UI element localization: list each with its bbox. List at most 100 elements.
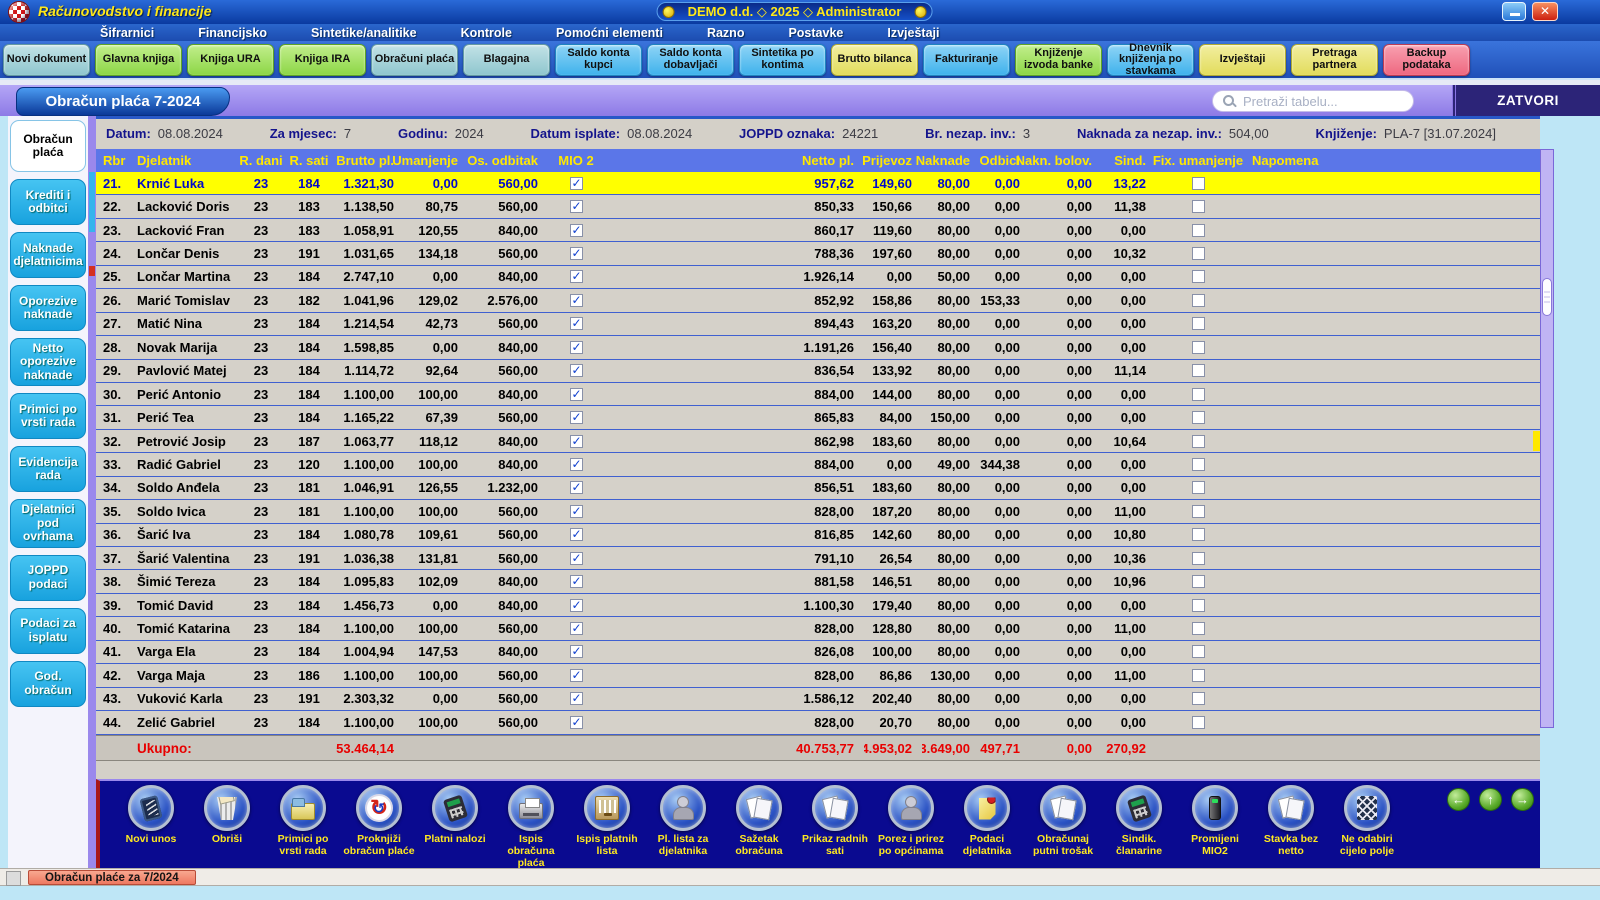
mio2-checkbox[interactable] (570, 528, 583, 541)
toolbar-button-brutto-bilanca[interactable]: Brutto bilanca (831, 44, 918, 76)
column-header-sind[interactable]: Sind. (1106, 149, 1154, 172)
tool-stavka-bez-netto[interactable]: Stavka bez netto (1254, 785, 1328, 869)
nav-up-button[interactable]: ↑ (1479, 788, 1502, 811)
fix-umanjenje-checkbox[interactable] (1192, 622, 1205, 635)
toolbar-button-knji-enje-izvoda-banke[interactable]: Knjiženje izvoda banke (1015, 44, 1102, 76)
vertical-scrollbar[interactable] (1540, 149, 1554, 728)
menu-item-ifrarnici[interactable]: Šifrarnici (100, 26, 154, 40)
tool-obri-i[interactable]: Obriši (190, 785, 264, 869)
sidebar-item-god-obra-un[interactable]: God. obračun (10, 661, 86, 707)
toolbar-button-novi-dokument[interactable]: Novi dokument (3, 44, 90, 76)
fix-umanjenje-checkbox[interactable] (1192, 200, 1205, 213)
fix-umanjenje-checkbox[interactable] (1192, 481, 1205, 494)
toolbar-button-fakturiranje[interactable]: Fakturiranje (923, 44, 1010, 76)
mio2-checkbox[interactable] (570, 716, 583, 729)
toolbar-button-sintetika-po-kontima[interactable]: Sintetika po kontima (739, 44, 826, 76)
fix-umanjenje-checkbox[interactable] (1192, 599, 1205, 612)
scrollbar-thumb[interactable] (1542, 278, 1552, 316)
tool-proknji-i-obra-un-pla-e[interactable]: Proknjiži obračun plaće (342, 785, 416, 869)
table-row[interactable]: 23.Lacković Fran231831.058,91120,55840,0… (96, 219, 1540, 242)
mio2-checkbox[interactable] (570, 575, 583, 588)
sidebar-item-oporezive-naknade[interactable]: Oporezive naknade (10, 285, 86, 331)
fix-umanjenje-checkbox[interactable] (1192, 575, 1205, 588)
toolbar-button-saldo-konta-kupci[interactable]: Saldo konta kupci (555, 44, 642, 76)
mio2-checkbox[interactable] (570, 388, 583, 401)
column-header-naknade[interactable]: Naknade (922, 149, 980, 172)
fix-umanjenje-checkbox[interactable] (1192, 317, 1205, 330)
table-row[interactable]: 44.Zelić Gabriel231841.100,00100,00560,0… (96, 711, 1540, 734)
table-row[interactable]: 41.Varga Ela231841.004,94147,53840,00826… (96, 641, 1540, 664)
column-header-prijevoz[interactable]: Prijevoz (864, 149, 922, 172)
table-row[interactable]: 38.Šimić Tereza231841.095,83102,09840,00… (96, 570, 1540, 593)
sidebar-item-primici-po-vrsti-rada[interactable]: Primici po vrsti rada (10, 393, 86, 439)
column-header-netto-pl[interactable]: Netto pl. (604, 149, 864, 172)
tool-ne-odabiri-cijelo-polje[interactable]: Ne odabiri cijelo polje (1330, 785, 1404, 869)
status-tab[interactable]: Obračun plaće za 7/2024 (28, 870, 196, 885)
tool-ispis-platnih-lista[interactable]: Ispis platnih lista (570, 785, 644, 869)
table-row[interactable]: 25.Lončar Martina231842.747,100,00840,00… (96, 266, 1540, 289)
table-row[interactable]: 22.Lacković Doris231831.138,5080,75560,0… (96, 195, 1540, 218)
mio2-checkbox[interactable] (570, 552, 583, 565)
table-row[interactable]: 30.Perić Antonio231841.100,00100,00840,0… (96, 383, 1540, 406)
mio2-checkbox[interactable] (570, 341, 583, 354)
sidebar-item-podaci-za-isplatu[interactable]: Podaci za isplatu (10, 608, 86, 654)
tool-ispis-obra-una-pla-a[interactable]: Ispis obračuna plaća (494, 785, 568, 869)
column-header-r-dani[interactable]: R. dani (236, 149, 286, 172)
fix-umanjenje-checkbox[interactable] (1192, 177, 1205, 190)
nav-next-button[interactable]: → (1511, 788, 1534, 811)
mio2-checkbox[interactable] (570, 270, 583, 283)
table-row[interactable]: 39.Tomić David231841.456,730,00840,001.1… (96, 594, 1540, 617)
column-header-r-sati[interactable]: R. sati (286, 149, 332, 172)
sidebar-item-joppd-podaci[interactable]: JOPPD podaci (10, 555, 86, 601)
mio2-checkbox[interactable] (570, 458, 583, 471)
search-input[interactable] (1243, 94, 1419, 109)
fix-umanjenje-checkbox[interactable] (1192, 645, 1205, 658)
tool-obra-unaj-putni-tro-ak[interactable]: Obračunaj putni trošak (1026, 785, 1100, 869)
minimize-button[interactable] (1502, 2, 1526, 21)
toolbar-button-blagajna[interactable]: Blagajna (463, 44, 550, 76)
sidebar-item-djelatnici-pod-ovrhama[interactable]: Djelatnici pod ovrhama (10, 499, 86, 547)
table-row[interactable]: 37.Šarić Valentina231911.036,38131,81560… (96, 547, 1540, 570)
fix-umanjenje-checkbox[interactable] (1192, 388, 1205, 401)
fix-umanjenje-checkbox[interactable] (1192, 224, 1205, 237)
tool-primici-po-vrsti-rada[interactable]: Primici po vrsti rada (266, 785, 340, 869)
toolbar-button-knjiga-ira[interactable]: Knjiga IRA (279, 44, 366, 76)
mio2-checkbox[interactable] (570, 622, 583, 635)
table-row[interactable]: 21.Krnić Luka231841.321,300,00560,00957,… (96, 172, 1540, 195)
menu-item-sintetike-analitike[interactable]: Sintetike/analitike (311, 26, 417, 40)
toolbar-button-glavna-knjiga[interactable]: Glavna knjiga (95, 44, 182, 76)
fix-umanjenje-checkbox[interactable] (1192, 505, 1205, 518)
sidebar-item-evidencija-rada[interactable]: Evidencija rada (10, 446, 86, 492)
toolbar-button-dnevnik-knji-enja-po-stavkama[interactable]: Dnevnik knjiženja po stavkama (1107, 44, 1194, 76)
tool-pl-lista-za-djelatnika[interactable]: Pl. lista za djelatnika (646, 785, 720, 869)
toolbar-button-saldo-konta-dobavlja-i[interactable]: Saldo konta dobavljači (647, 44, 734, 76)
table-row[interactable]: 31.Perić Tea231841.165,2267,39560,00865,… (96, 406, 1540, 429)
mio2-checkbox[interactable] (570, 200, 583, 213)
menu-item-kontrole[interactable]: Kontrole (461, 26, 512, 40)
tool-promijeni-mio2[interactable]: Promijeni MIO2 (1178, 785, 1252, 869)
mio2-checkbox[interactable] (570, 364, 583, 377)
mio2-checkbox[interactable] (570, 599, 583, 612)
table-row[interactable]: 40.Tomić Katarina231841.100,00100,00560,… (96, 617, 1540, 640)
fix-umanjenje-checkbox[interactable] (1192, 270, 1205, 283)
menu-item-izvje-taji[interactable]: Izvještaji (887, 26, 939, 40)
table-row[interactable]: 32.Petrović Josip231871.063,77118,12840,… (96, 430, 1540, 453)
mio2-checkbox[interactable] (570, 247, 583, 260)
column-header-napomena[interactable]: Napomena (1242, 149, 1540, 172)
toolbar-button-pretraga-partnera[interactable]: Pretraga partnera (1291, 44, 1378, 76)
mio2-checkbox[interactable] (570, 317, 583, 330)
tool-platni-nalozi[interactable]: Platni nalozi (418, 785, 492, 869)
tool-porez-i-prirez-po-op-inama[interactable]: Porez i prirez po općinama (874, 785, 948, 869)
table-row[interactable]: 27.Matić Nina231841.214,5442,73560,00894… (96, 313, 1540, 336)
fix-umanjenje-checkbox[interactable] (1192, 552, 1205, 565)
tool-sindik-lanarine[interactable]: Sindik. članarine (1102, 785, 1176, 869)
table-row[interactable]: 28.Novak Marija231841.598,850,00840,001.… (96, 336, 1540, 359)
tool-prikaz-radnih-sati[interactable]: Prikaz radnih sati (798, 785, 872, 869)
nav-previous-button[interactable]: ← (1447, 788, 1470, 811)
table-row[interactable]: 36.Šarić Iva231841.080,78109,61560,00816… (96, 524, 1540, 547)
fix-umanjenje-checkbox[interactable] (1192, 692, 1205, 705)
menu-item-pomo-ni-elementi[interactable]: Pomoćni elementi (556, 26, 663, 40)
mio2-checkbox[interactable] (570, 645, 583, 658)
menu-item-postavke[interactable]: Postavke (788, 26, 843, 40)
table-row[interactable]: 34.Soldo Anđela231811.046,91126,551.232,… (96, 477, 1540, 500)
